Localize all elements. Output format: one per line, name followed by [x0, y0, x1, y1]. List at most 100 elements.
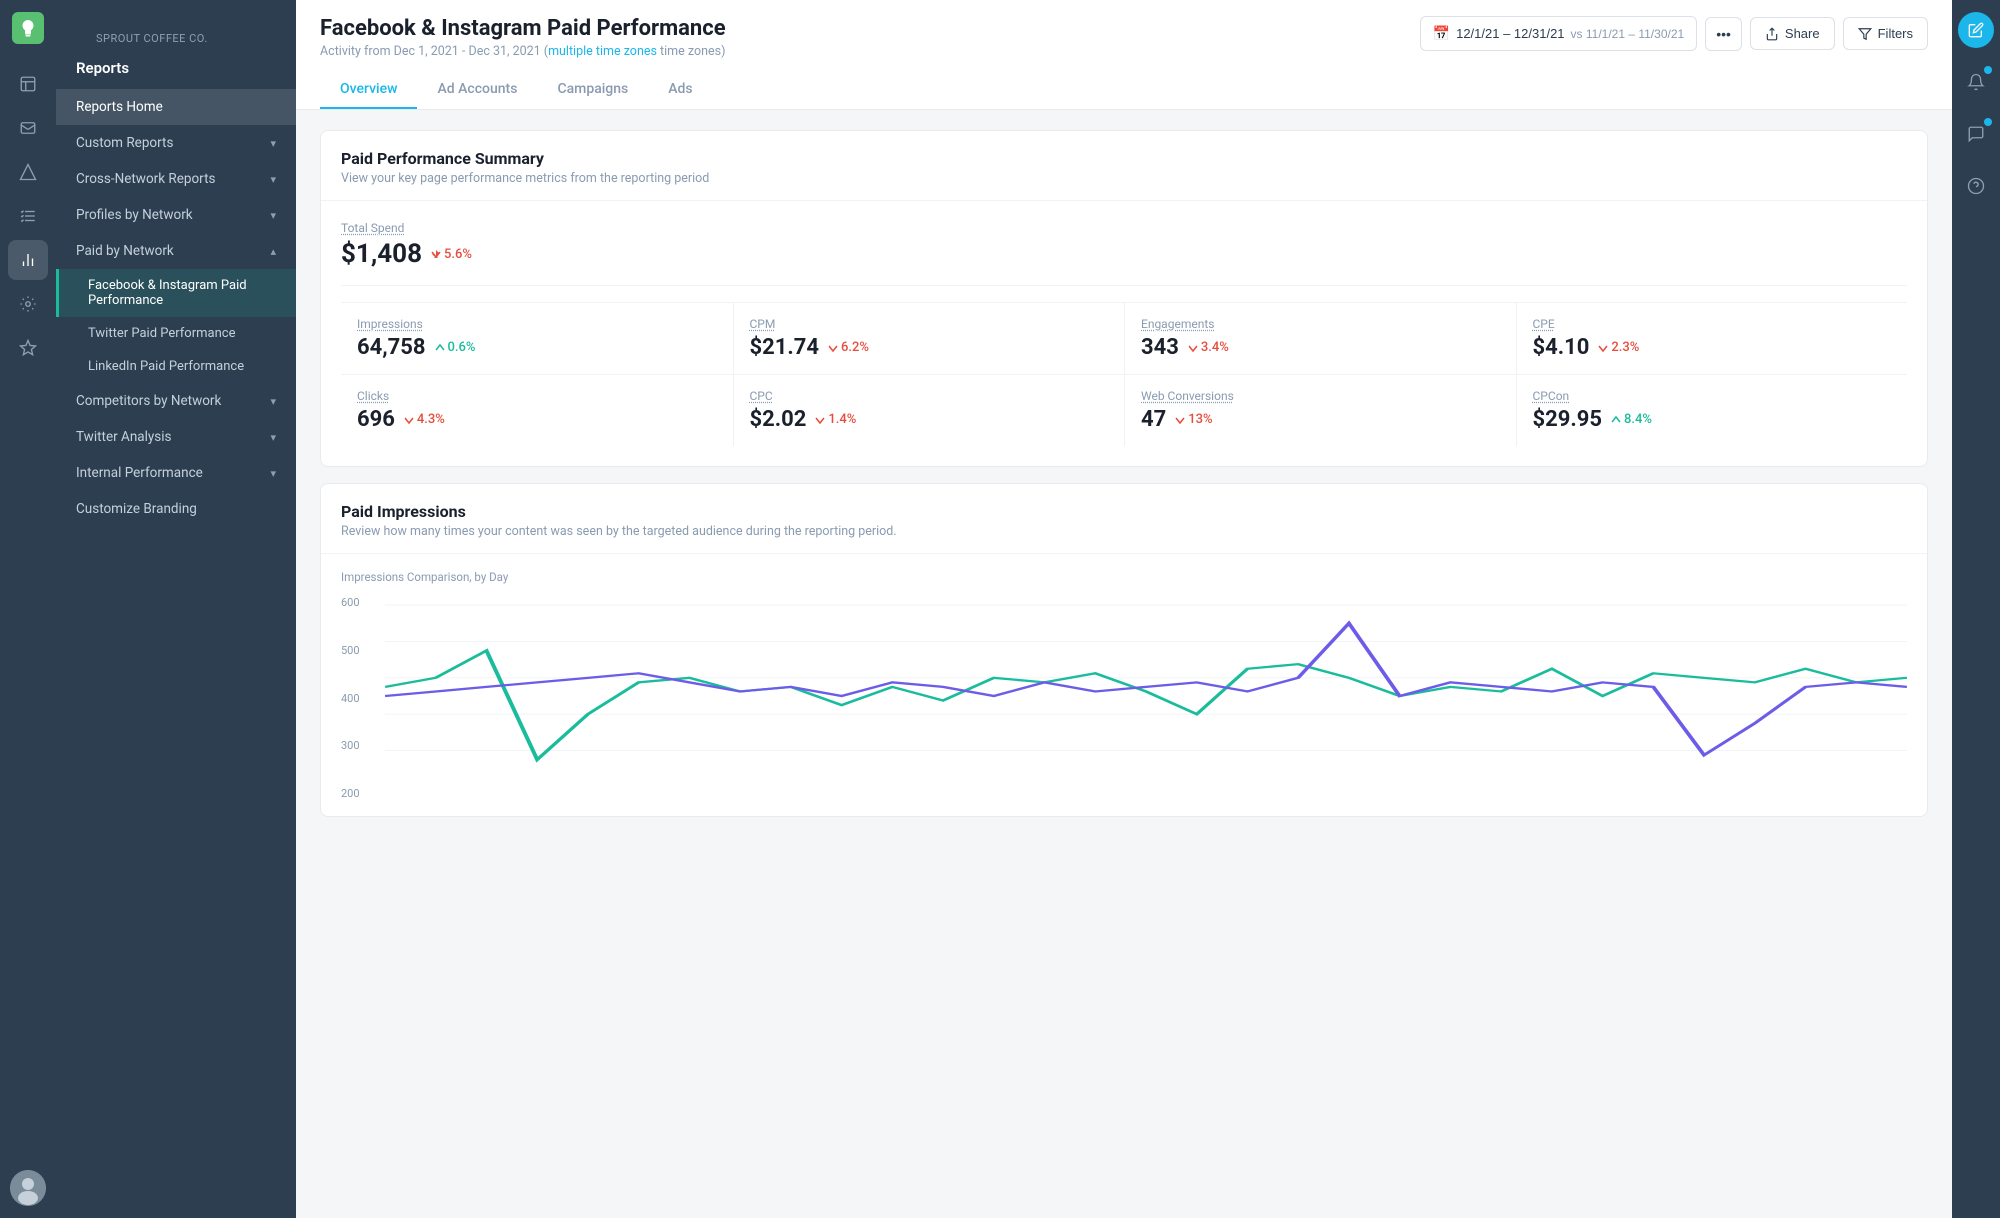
compose-icon [1968, 22, 1984, 38]
cpc-change: 1.4% [814, 412, 856, 427]
sidebar-item-paid-by-network[interactable]: Paid by Network ▴ [56, 233, 296, 269]
nav-tasks[interactable] [8, 196, 48, 236]
chevron-internal-performance: ▾ [270, 467, 276, 480]
nav-inbox[interactable] [8, 108, 48, 148]
help-icon [1967, 177, 1985, 195]
notifications-button[interactable] [1958, 64, 1994, 100]
date-range-button[interactable]: 📅 12/1/21 – 12/31/21 vs 11/1/21 – 11/30/… [1420, 16, 1698, 51]
chevron-custom-reports: ▾ [270, 137, 276, 150]
cpe-cell: CPE $4.10 2.3% [1516, 303, 1908, 374]
reports-home-label: Reports Home [76, 99, 276, 115]
more-options-button[interactable]: ••• [1705, 17, 1742, 51]
total-spend-label: Total Spend [341, 221, 1907, 235]
brand-app: Reports [76, 59, 276, 77]
filters-icon [1858, 27, 1872, 41]
timezone-link[interactable]: multiple time zones [548, 44, 657, 59]
y-label-200: 200 [341, 787, 373, 800]
nav-analytics[interactable] [8, 240, 48, 280]
clicks-change: 4.3% [403, 412, 445, 427]
profiles-by-network-label: Profiles by Network [76, 207, 270, 223]
cross-network-label: Cross-Network Reports [76, 171, 270, 187]
down-arrow-icon-eng [1187, 342, 1199, 354]
nav-compose[interactable] [8, 64, 48, 104]
app-logo[interactable] [12, 12, 44, 44]
cpcon-change: 8.4% [1610, 412, 1652, 427]
impressions-value: 64,758 0.6% [357, 335, 717, 360]
up-arrow-icon [434, 342, 446, 354]
clicks-value: 696 4.3% [357, 407, 717, 432]
engagements-label: Engagements [1141, 317, 1500, 331]
down-arrow-cpc [814, 414, 826, 426]
fb-ig-paid-label: Facebook & Instagram Paid Performance [88, 278, 276, 308]
date-range-text: 12/1/21 – 12/31/21 [1456, 26, 1564, 41]
page-title: Facebook & Instagram Paid Performance [320, 16, 726, 41]
cpcon-value: $29.95 8.4% [1533, 407, 1892, 432]
cpc-label: CPC [750, 389, 1109, 403]
metrics-row-1: Impressions 64,758 0.6% CPM [341, 302, 1907, 374]
total-spend-change: 5.6% [430, 247, 472, 262]
sidebar-item-custom-reports[interactable]: Custom Reports ▾ [56, 125, 296, 161]
down-arrow-wc [1174, 414, 1186, 426]
sidebar-item-internal-performance[interactable]: Internal Performance ▾ [56, 455, 296, 491]
nav-social-feed[interactable] [8, 328, 48, 368]
engagements-change: 3.4% [1187, 340, 1229, 355]
twitter-paid-label: Twitter Paid Performance [88, 326, 235, 341]
web-conversions-label: Web Conversions [1141, 389, 1500, 403]
down-arrow-icon-cpm [827, 342, 839, 354]
sidebar-item-fb-ig-paid[interactable]: Facebook & Instagram Paid Performance [56, 269, 296, 317]
page-title-area: Facebook & Instagram Paid Performance Ac… [320, 16, 726, 59]
clicks-cell: Clicks 696 4.3% [341, 375, 733, 446]
icon-bar [0, 0, 56, 1218]
calendar-icon: 📅 [1433, 25, 1450, 42]
cpm-value: $21.74 6.2% [750, 335, 1109, 360]
twitter-analysis-label: Twitter Analysis [76, 429, 270, 445]
compose-button[interactable] [1958, 12, 1994, 48]
paid-performance-summary-card: Paid Performance Summary View your key p… [320, 130, 1928, 467]
tab-overview[interactable]: Overview [320, 71, 417, 109]
user-avatar[interactable] [10, 1170, 46, 1206]
sidebar-item-cross-network[interactable]: Cross-Network Reports ▾ [56, 161, 296, 197]
paid-by-network-label: Paid by Network [76, 243, 270, 259]
cpe-label: CPE [1533, 317, 1892, 331]
sidebar-item-twitter-analysis[interactable]: Twitter Analysis ▾ [56, 419, 296, 455]
sidebar-item-competitors-by-network[interactable]: Competitors by Network ▾ [56, 383, 296, 419]
y-label-400: 400 [341, 692, 373, 705]
filters-button[interactable]: Filters [1843, 17, 1928, 50]
sidebar-item-reports-home[interactable]: Reports Home [56, 89, 296, 125]
cpe-change: 2.3% [1597, 340, 1639, 355]
notification-badge [1984, 66, 1992, 74]
summary-subtitle: View your key page performance metrics f… [341, 171, 1907, 186]
sidebar: Sprout Coffee Co. Reports Reports Home C… [56, 0, 296, 1218]
tab-campaigns[interactable]: Campaigns [537, 71, 648, 109]
down-arrow-clicks [403, 414, 415, 426]
sidebar-item-twitter-paid[interactable]: Twitter Paid Performance [56, 317, 296, 350]
sidebar-item-linkedin-paid[interactable]: LinkedIn Paid Performance [56, 350, 296, 383]
chevron-twitter-analysis: ▾ [270, 431, 276, 444]
bell-icon [1967, 73, 1985, 91]
tab-ads[interactable]: Ads [648, 71, 712, 109]
customize-branding-label: Customize Branding [76, 501, 276, 517]
cpe-value: $4.10 2.3% [1533, 335, 1892, 360]
y-label-600: 600 [341, 596, 373, 609]
nav-publish[interactable] [8, 152, 48, 192]
chart-section: Impressions Comparison, by Day 600 500 4… [321, 554, 1927, 816]
tab-ad-accounts[interactable]: Ad Accounts [417, 71, 537, 109]
chart-area [385, 596, 1907, 800]
page-subtitle: Activity from Dec 1, 2021 - Dec 31, 2021… [320, 44, 726, 59]
total-spend-row: Total Spend $1,408 5.6% [341, 221, 1907, 286]
sidebar-item-customize-branding[interactable]: Customize Branding [56, 491, 296, 527]
y-label-300: 300 [341, 739, 373, 752]
impressions-change: 0.6% [434, 340, 476, 355]
cpm-label: CPM [750, 317, 1109, 331]
main-header: Facebook & Instagram Paid Performance Ac… [296, 0, 1952, 110]
nav-automation[interactable] [8, 284, 48, 324]
metrics-section: Total Spend $1,408 5.6% Impressions [321, 201, 1927, 466]
help-button[interactable] [1958, 168, 1994, 204]
sidebar-item-profiles-by-network[interactable]: Profiles by Network ▾ [56, 197, 296, 233]
share-label: Share [1785, 26, 1820, 41]
total-spend-value: $1,408 5.6% [341, 239, 1907, 269]
share-button[interactable]: Share [1750, 17, 1835, 50]
impressions-label: Impressions [357, 317, 717, 331]
chevron-cross-network: ▾ [270, 173, 276, 186]
messages-button[interactable] [1958, 116, 1994, 152]
